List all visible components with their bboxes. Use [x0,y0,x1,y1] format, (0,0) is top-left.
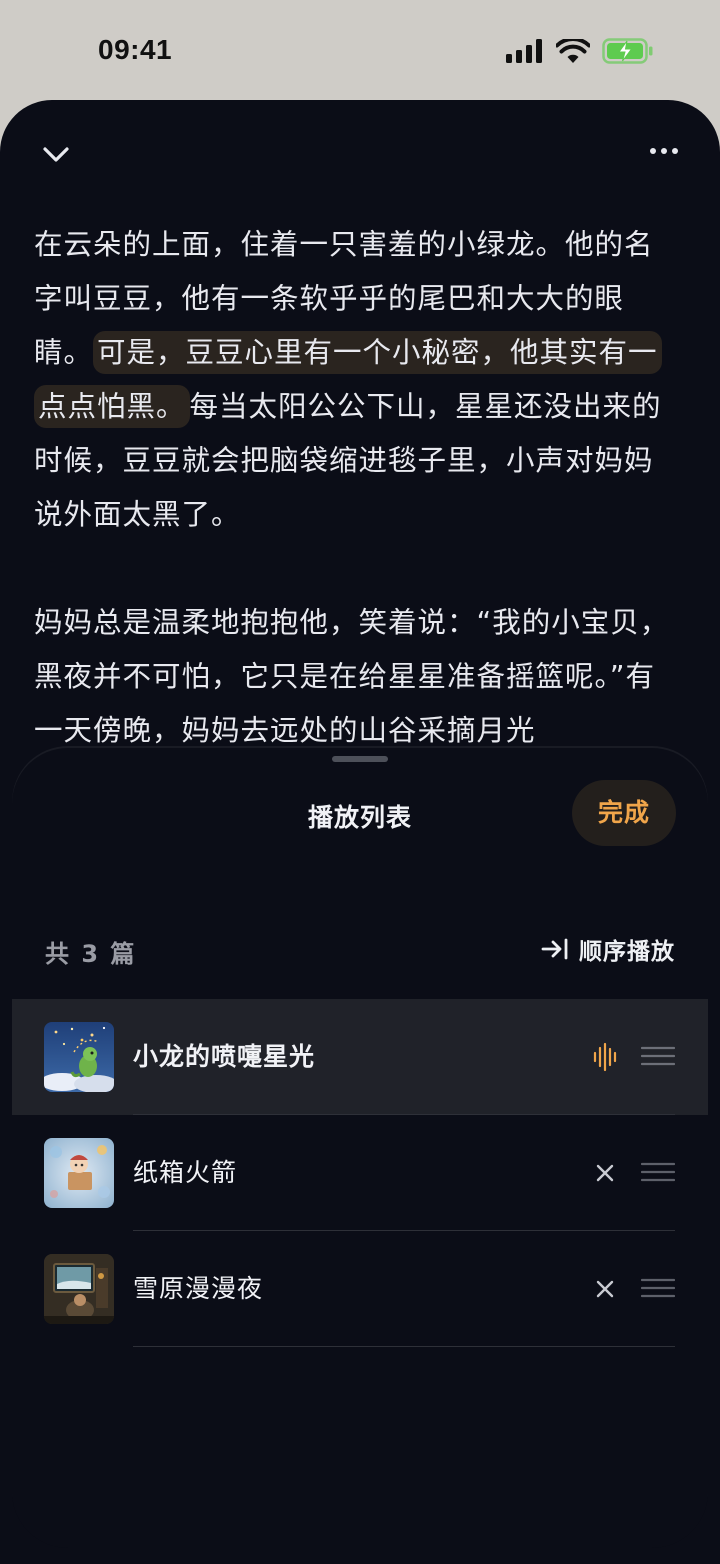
now-playing-indicator [588,1040,622,1074]
drag-handle-icon [640,1162,676,1182]
remove-track-button[interactable] [588,1272,622,1306]
snowfield-night-cover [44,1254,114,1324]
close-icon [596,1164,614,1182]
story-paragraph: 妈妈总是温柔地抱抱他，笑着说：“我的小宝贝，黑夜并不可怕，它只是在给星星准备摇篮… [34,606,670,747]
status-bar: 09:41 [0,0,720,100]
reorder-handle[interactable] [640,1045,676,1067]
play-order-label: 顺序播放 [579,939,675,965]
status-time: 09:41 [98,34,173,65]
remove-track-button[interactable] [588,1156,622,1190]
track-cover [44,1138,114,1208]
box-rocket-cover [44,1138,114,1208]
track-cover [44,1254,114,1324]
dragon-starlight-cover [44,1022,114,1092]
close-icon [596,1280,614,1298]
cellular-signal-icon [506,39,542,63]
sheet-drag-handle[interactable] [332,756,388,762]
track-item[interactable]: 小龙的喷嚏星光 [12,999,708,1115]
sound-wave-icon [593,1042,617,1072]
collapse-button[interactable] [36,134,76,174]
chevron-down-icon [43,147,69,162]
drag-handle-icon [640,1278,676,1298]
track-item[interactable]: 雪原漫漫夜 [12,1231,708,1347]
wifi-icon [556,39,590,63]
play-order-button[interactable]: 顺序播放 [541,932,675,966]
reorder-handle[interactable] [640,1277,676,1299]
drag-handle-icon [640,1046,676,1066]
track-item[interactable]: 纸箱火箭 [12,1115,708,1231]
track-cover [44,1022,114,1092]
track-title: 雪原漫漫夜 [133,1274,264,1303]
track-title: 小龙的喷嚏星光 [133,1042,316,1071]
more-options-button[interactable] [644,134,684,174]
story-text: 在云朵的上面，住着一只害羞的小绿龙。他的名字叫豆豆，他有一条软乎乎的尾巴和大大的… [34,218,674,812]
arrow-right-to-line-icon [541,938,568,960]
reorder-handle[interactable] [640,1161,676,1183]
row-divider [133,1346,675,1347]
track-count: 共 3 篇 [45,940,137,968]
track-list: 小龙的喷嚏星光 纸箱火箭 雪原漫漫夜 [12,999,708,1347]
playlist-sheet: 播放列表 完成 共 3 篇 顺序播放 小龙的喷嚏星光 纸箱火箭 雪原漫漫夜 [12,748,708,1548]
done-button[interactable]: 完成 [572,780,676,846]
status-icons [506,38,654,64]
more-horizontal-icon [650,148,678,154]
battery-charging-icon [602,38,653,64]
story-paragraph: 在云朵的上面，住着一只害羞的小绿龙。他的名字叫豆豆，他有一条软乎乎的尾巴和大大的… [34,218,674,542]
reader-toolbar [0,100,720,210]
track-title: 纸箱火箭 [133,1158,238,1187]
